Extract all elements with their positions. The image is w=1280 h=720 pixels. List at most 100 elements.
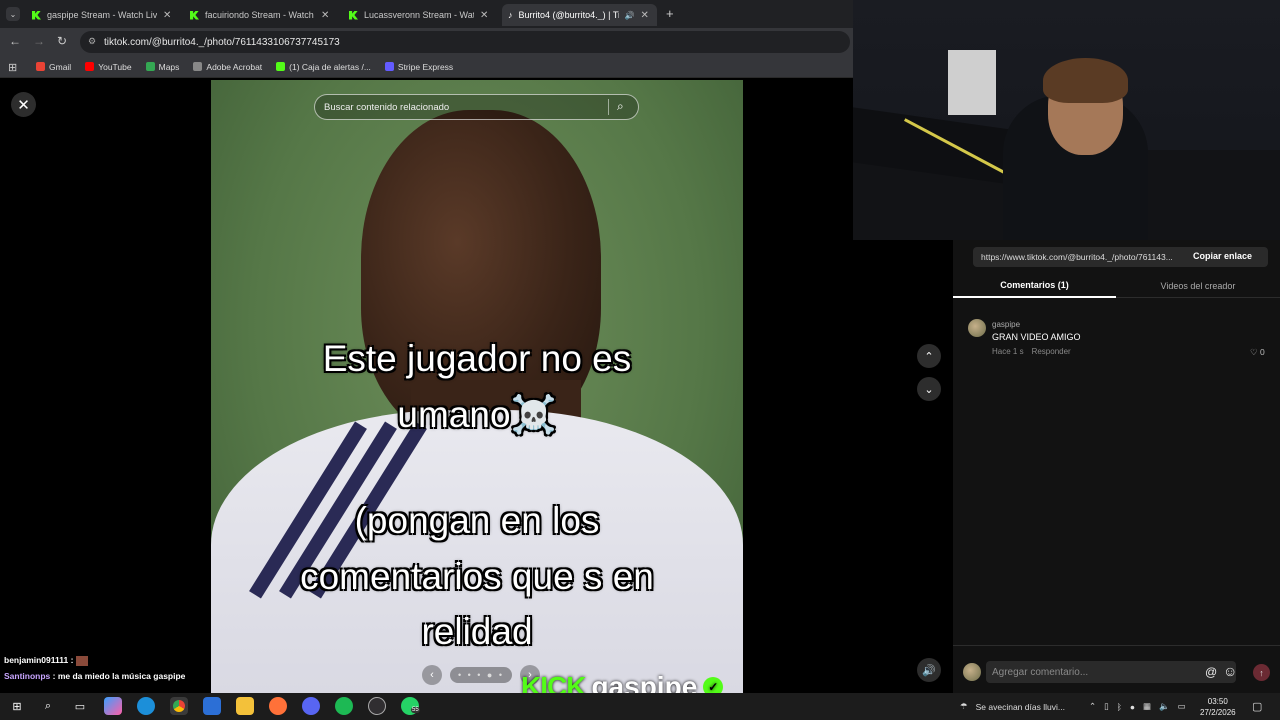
- chat-message: Santinonps : me da miedo la música gaspi…: [4, 671, 186, 681]
- browser-tab[interactable]: facuiriondo Stream - Watch Liv ✕: [184, 4, 339, 26]
- mic-icon[interactable]: ●: [1130, 702, 1135, 712]
- copy-link-button[interactable]: Copiar enlace: [1193, 251, 1252, 261]
- bluetooth-icon[interactable]: ᛒ: [1117, 702, 1122, 712]
- tab-creator-videos[interactable]: Videos del creador: [1116, 274, 1280, 298]
- reload-icon[interactable]: ↻: [57, 34, 67, 48]
- obs-icon[interactable]: [368, 697, 386, 715]
- network-icon[interactable]: ▦: [1143, 701, 1151, 712]
- comment-input[interactable]: Agregar comentario...: [986, 661, 1236, 683]
- forward-arrow-icon[interactable]: →: [33, 34, 45, 48]
- browser-tab[interactable]: Lucassveronn Stream - Watch L ✕: [343, 4, 498, 26]
- alerts-icon: [276, 62, 286, 71]
- close-viewer-button[interactable]: ✕: [11, 92, 36, 117]
- system-clock[interactable]: 03:50 27/2/2026: [1200, 696, 1236, 718]
- url-text: tiktok.com/@burrito4._/photo/76114331067…: [104, 36, 340, 48]
- weather-text[interactable]: Se avecinan días lluvi...: [976, 702, 1065, 712]
- back-arrow-icon[interactable]: ←: [9, 34, 21, 48]
- volume-button[interactable]: 🔊: [917, 658, 941, 682]
- kick-icon: [32, 10, 41, 20]
- comment-username[interactable]: gaspipe: [992, 320, 1020, 329]
- tiktok-icon: ♪: [508, 10, 513, 20]
- stripe-icon: [384, 62, 394, 71]
- search-icon[interactable]: ⌕: [617, 99, 624, 114]
- panel-tabs: Comentarios (1) Videos del creador: [953, 274, 1280, 298]
- avatar[interactable]: [968, 319, 986, 337]
- wall-calendar: [948, 50, 996, 115]
- search-icon[interactable]: ⌕: [39, 697, 57, 715]
- discord-icon[interactable]: [302, 697, 320, 715]
- caption-line: relidad: [421, 611, 533, 652]
- bookmark-maps[interactable]: Maps: [145, 62, 179, 72]
- apps-grid-icon[interactable]: ⊞: [8, 61, 17, 74]
- carousel-dots: • • • ● •: [449, 667, 513, 683]
- related-content-search[interactable]: Buscar contenido relacionado ⌕: [314, 94, 639, 120]
- mention-icon[interactable]: @: [1205, 665, 1217, 679]
- browser-tab-active[interactable]: ♪ Burrito4 (@burrito4._) | TikT 🔊 ✕: [502, 4, 657, 26]
- address-bar-row: ← → ↻ ⚙ tiktok.com/@burrito4._/photo/761…: [0, 28, 853, 56]
- kick-icon: [349, 10, 358, 20]
- add-comment-bar: Agregar comentario... @ ☺ ↑: [953, 645, 1280, 693]
- browser-tab[interactable]: gaspipe Stream - Watch Live o ✕: [26, 4, 181, 26]
- chrome-icon[interactable]: [170, 697, 188, 715]
- volume-icon[interactable]: 🔈: [1159, 701, 1170, 712]
- chevron-left-icon: ‹: [430, 669, 434, 681]
- spotify-icon[interactable]: [335, 697, 353, 715]
- stream-chat: benjamin091111 : Santinonps : me da mied…: [4, 652, 185, 684]
- bookmarks-bar: ⊞ Gmail YouTube Maps Adobe Acrobat (1) C…: [0, 56, 853, 78]
- battery-icon[interactable]: ▭: [1178, 701, 1186, 712]
- bookmark-youtube[interactable]: YouTube: [85, 62, 132, 72]
- heart-icon: ♡: [1250, 347, 1258, 357]
- chat-message: benjamin091111 :: [4, 652, 185, 668]
- close-tab-icon[interactable]: ✕: [321, 10, 329, 21]
- windows-start-icon[interactable]: ⊞: [8, 697, 26, 715]
- bookmark-caja-de-alertas[interactable]: (1) Caja de alertas /...: [276, 62, 371, 72]
- close-tab-icon[interactable]: ✕: [163, 10, 171, 21]
- previous-post-button[interactable]: ⌃: [917, 344, 941, 368]
- emoji-icon[interactable]: ☺: [1223, 663, 1237, 679]
- kick-icon: [190, 10, 199, 20]
- url-field[interactable]: ⚙ tiktok.com/@burrito4._/photo/761143310…: [80, 31, 850, 53]
- caption-line: comentarios que s en: [300, 556, 654, 597]
- store-icon[interactable]: [203, 697, 221, 715]
- copilot-icon[interactable]: [104, 697, 122, 715]
- next-post-button[interactable]: ⌄: [917, 377, 941, 401]
- weather-icon[interactable]: ☂: [960, 701, 968, 712]
- browser-tab-bar: ⌄ gaspipe Stream - Watch Live o ✕ facuir…: [0, 0, 853, 28]
- arrow-up-icon: ↑: [1259, 667, 1264, 678]
- close-tab-icon[interactable]: ✕: [640, 10, 648, 21]
- gmail-icon: [36, 62, 45, 71]
- speaker-icon[interactable]: 🔊: [625, 11, 635, 20]
- edge-icon[interactable]: [137, 697, 155, 715]
- streamer-hair: [1043, 58, 1128, 103]
- carousel-prev-button[interactable]: ‹: [421, 665, 442, 685]
- search-divider: [608, 99, 609, 115]
- photo-post-image[interactable]: Buscar contenido relacionado ⌕ Este juga…: [211, 80, 743, 693]
- chat-emote-icon: [75, 655, 88, 666]
- caption-line: Este jugador no es: [322, 338, 632, 379]
- notifications-icon[interactable]: ▢: [1252, 700, 1262, 713]
- caption-line: (pongan en los: [354, 500, 600, 541]
- reply-button[interactable]: Responder: [1032, 347, 1071, 356]
- chevron-up-icon: ⌃: [924, 350, 934, 363]
- system-tray: ☂ Se avecinan días lluvi... ⌃ ▯ ᛒ ● ▦ 🔈 …: [960, 693, 1186, 720]
- chevron-up-icon[interactable]: ⌃: [1089, 701, 1096, 712]
- firefox-icon[interactable]: [269, 697, 287, 715]
- bookmark-gmail[interactable]: Gmail: [36, 62, 71, 72]
- whatsapp-icon[interactable]: 55: [401, 697, 420, 715]
- file-explorer-icon[interactable]: [236, 697, 254, 715]
- comments-panel: https://www.tiktok.com/@burrito4._/photo…: [953, 240, 1280, 693]
- tab-comments[interactable]: Comentarios (1): [953, 274, 1116, 298]
- send-comment-button[interactable]: ↑: [1253, 664, 1270, 681]
- close-tab-icon[interactable]: ✕: [480, 10, 488, 21]
- task-view-icon[interactable]: ▭: [71, 697, 89, 715]
- youtube-icon: [85, 62, 95, 71]
- close-icon: ✕: [17, 96, 30, 114]
- bookmark-adobe-acrobat[interactable]: Adobe Acrobat: [193, 62, 262, 72]
- maps-icon: [145, 62, 155, 71]
- site-info-icon[interactable]: ⚙: [88, 36, 96, 47]
- usb-icon[interactable]: ▯: [1104, 701, 1109, 712]
- new-tab-button[interactable]: +: [666, 6, 674, 21]
- comment-like-button[interactable]: ♡ 0: [1250, 347, 1265, 358]
- tab-search-button[interactable]: ⌄: [6, 7, 20, 21]
- bookmark-stripe-express[interactable]: Stripe Express: [384, 62, 453, 72]
